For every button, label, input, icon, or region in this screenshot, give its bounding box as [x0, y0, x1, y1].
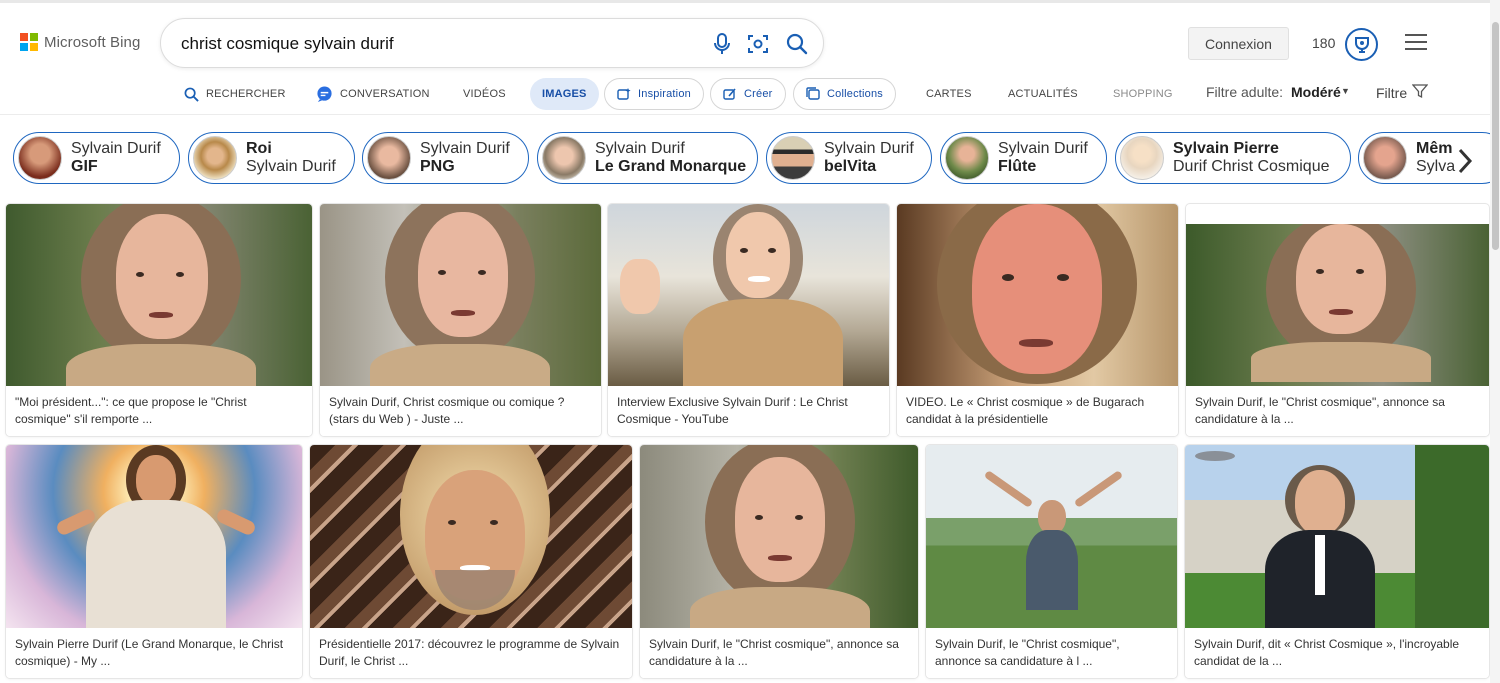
chip-thumbnail: [771, 136, 815, 180]
related-chip[interactable]: Roi Sylvain Durif: [188, 132, 355, 184]
chip-thumbnail: [367, 136, 411, 180]
image-result[interactable]: Présidentielle 2017: découvrez le progra…: [310, 445, 632, 678]
result-caption[interactable]: Présidentielle 2017: découvrez le progra…: [310, 628, 632, 678]
filter-button[interactable]: Filtre: [1376, 83, 1429, 102]
result-thumbnail[interactable]: [1185, 445, 1489, 628]
tab-search[interactable]: RECHERCHER: [184, 78, 286, 110]
image-result[interactable]: Sylvain Durif, le "Christ cosmique", ann…: [1186, 204, 1489, 436]
adult-filter-label: Filtre adulte:: [1206, 84, 1284, 100]
search-input[interactable]: [181, 33, 681, 55]
rewards-points[interactable]: 180: [1312, 35, 1335, 51]
image-result[interactable]: Sylvain Durif, le "Christ cosmique", ann…: [926, 445, 1177, 678]
related-chip[interactable]: Sylvain Pierre Durif Christ Cosmique: [1115, 132, 1351, 184]
result-caption[interactable]: VIDEO. Le « Christ cosmique » de Bugarac…: [897, 386, 1178, 436]
result-thumbnail[interactable]: [6, 445, 302, 628]
funnel-icon: [1411, 83, 1429, 102]
collections-icon: [806, 87, 820, 101]
result-thumbnail[interactable]: [310, 445, 632, 628]
scrollbar-thumb[interactable]: [1492, 22, 1499, 250]
bing-logo[interactable]: Microsoft Bing: [20, 33, 140, 51]
image-result[interactable]: VIDEO. Le « Christ cosmique » de Bugarac…: [897, 204, 1178, 436]
sparkle-image-icon: [617, 87, 631, 101]
chip-thumbnail: [542, 136, 586, 180]
chip-thumbnail: [1120, 136, 1164, 180]
result-thumbnail[interactable]: [897, 204, 1178, 386]
related-searches: Sylvain Durif GIF Roi Sylvain Durif Sylvai…: [0, 132, 1490, 186]
chip-thumbnail: [945, 136, 989, 180]
tab-inspiration[interactable]: Inspiration: [604, 78, 704, 110]
related-chip[interactable]: Sylvain Durif GIF: [13, 132, 180, 184]
tab-shopping[interactable]: SHOPPING: [1113, 78, 1173, 110]
signin-button[interactable]: Connexion: [1188, 27, 1289, 60]
search-icon: [184, 87, 199, 102]
tab-conversation[interactable]: CONVERSATION: [316, 78, 430, 110]
result-caption[interactable]: Sylvain Durif, Christ cosmique ou comiqu…: [320, 386, 601, 436]
rewards-trophy-icon[interactable]: [1345, 28, 1378, 61]
microsoft-logo-icon: [20, 33, 38, 51]
result-caption[interactable]: Sylvain Durif, le "Christ cosmique", ann…: [640, 628, 918, 678]
result-caption[interactable]: Sylvain Pierre Durif (Le Grand Monarque,…: [6, 628, 302, 678]
result-thumbnail[interactable]: [608, 204, 889, 386]
image-result[interactable]: Sylvain Durif, dit « Christ Cosmique », …: [1185, 445, 1489, 678]
result-thumbnail[interactable]: [926, 445, 1177, 628]
result-caption[interactable]: "Moi président...": ce que propose le "C…: [6, 386, 312, 436]
header: Microsoft Bing Connexion 180: [0, 0, 1500, 88]
chip-thumbnail: [193, 136, 237, 180]
tab-cartes[interactable]: CARTES: [926, 78, 972, 110]
result-thumbnail[interactable]: [6, 204, 312, 386]
chip-thumbnail: [1363, 136, 1407, 180]
filter-label: Filtre: [1376, 84, 1408, 101]
image-result[interactable]: Sylvain Durif, le "Christ cosmique", ann…: [640, 445, 918, 678]
image-result[interactable]: Interview Exclusive Sylvain Durif : Le C…: [608, 204, 889, 436]
image-result[interactable]: Sylvain Durif, Christ cosmique ou comiqu…: [320, 204, 601, 436]
result-thumbnail[interactable]: [320, 204, 601, 386]
result-caption[interactable]: Sylvain Durif, dit « Christ Cosmique », …: [1185, 628, 1489, 678]
caret-down-icon[interactable]: ▼: [1341, 86, 1350, 96]
result-caption[interactable]: Sylvain Durif, le "Christ cosmique", ann…: [1186, 386, 1489, 436]
search-icon[interactable]: [785, 32, 809, 56]
related-chip[interactable]: Sylvain Durif Flûte: [940, 132, 1107, 184]
chevron-right-icon[interactable]: [1450, 146, 1480, 176]
image-result[interactable]: "Moi président...": ce que propose le "C…: [6, 204, 312, 436]
related-chip[interactable]: Sylvain Durif belVita: [766, 132, 932, 184]
menu-icon[interactable]: [1405, 34, 1427, 52]
related-chip[interactable]: Sylvain Durif PNG: [362, 132, 529, 184]
tab-creer[interactable]: Créer: [710, 78, 786, 110]
chip-thumbnail: [18, 136, 62, 180]
visual-search-icon[interactable]: [746, 32, 770, 56]
image-result[interactable]: Sylvain Pierre Durif (Le Grand Monarque,…: [6, 445, 302, 678]
search-box: [160, 18, 824, 68]
result-thumbnail[interactable]: [1186, 224, 1489, 406]
tab-images[interactable]: IMAGES: [530, 78, 599, 110]
create-image-icon: [723, 87, 737, 101]
adult-filter-dropdown[interactable]: Modéré: [1291, 84, 1341, 100]
nav-divider: [0, 114, 1500, 115]
copilot-chat-icon: [316, 85, 333, 103]
microphone-icon[interactable]: [710, 32, 734, 56]
result-caption[interactable]: Sylvain Durif, le "Christ cosmique", ann…: [926, 628, 1177, 678]
brand-name: Microsoft Bing: [44, 33, 141, 51]
tab-collections[interactable]: Collections: [793, 78, 897, 110]
tab-videos[interactable]: VIDÉOS: [463, 78, 506, 110]
result-caption[interactable]: Interview Exclusive Sylvain Durif : Le C…: [608, 386, 889, 436]
tab-actualites[interactable]: ACTUALITÉS: [1008, 78, 1078, 110]
result-thumbnail[interactable]: [640, 445, 918, 628]
related-chip[interactable]: Sylvain Durif Le Grand Monarque: [537, 132, 758, 184]
